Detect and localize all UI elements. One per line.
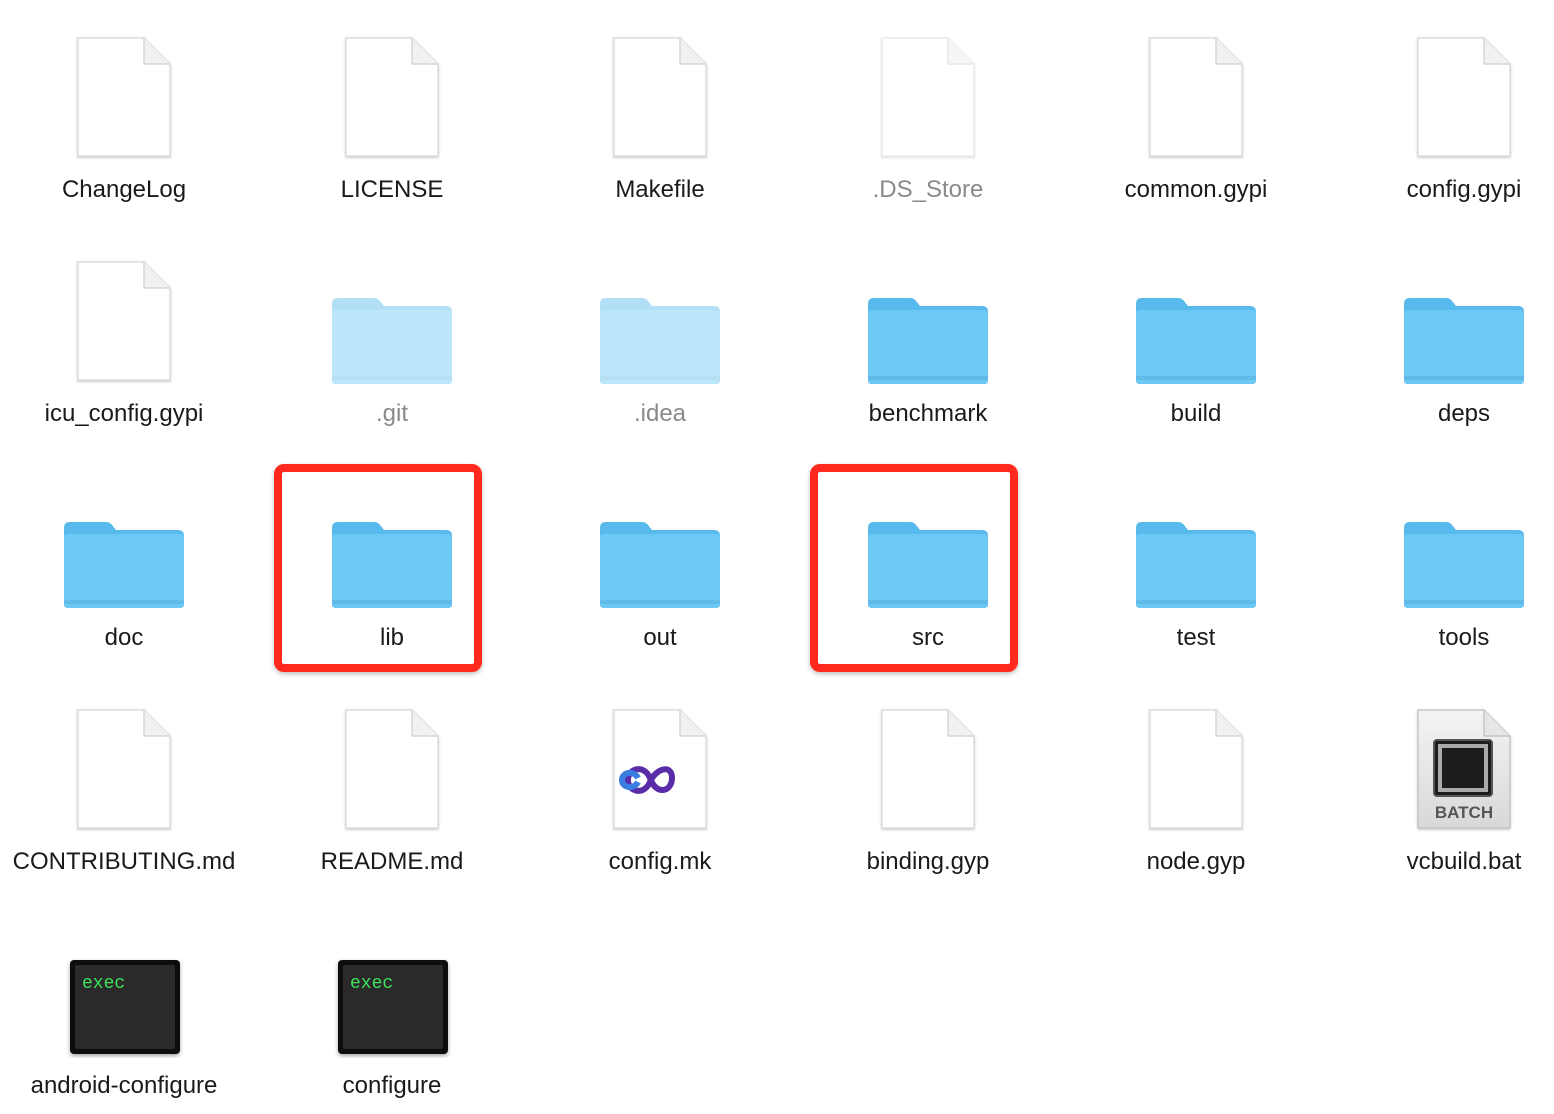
folder-item-out[interactable]: out bbox=[526, 448, 794, 672]
folder-icon bbox=[1126, 484, 1266, 610]
terminal-exec-icon: exec bbox=[322, 932, 462, 1058]
item-label: config.gypi bbox=[1406, 176, 1522, 203]
file-item-vcbuild-bat[interactable]: BATCH vcbuild.bat bbox=[1330, 672, 1554, 896]
document-icon bbox=[322, 36, 462, 162]
document-icon bbox=[54, 708, 194, 834]
item-label: out bbox=[643, 624, 677, 651]
file-item-config-gypi[interactable]: config.gypi bbox=[1330, 0, 1554, 224]
item-label: Makefile bbox=[615, 176, 705, 203]
item-label: configure bbox=[342, 1072, 442, 1099]
item-label: vcbuild.bat bbox=[1406, 848, 1522, 875]
file-item-icu-config-gypi[interactable]: icu_config.gypi bbox=[0, 224, 258, 448]
document-icon bbox=[858, 36, 998, 162]
file-item-license[interactable]: LICENSE bbox=[258, 0, 526, 224]
item-label: common.gypi bbox=[1124, 176, 1268, 203]
document-icon bbox=[1394, 36, 1534, 162]
file-item-configure[interactable]: exec configure bbox=[258, 896, 526, 1114]
item-label: LICENSE bbox=[340, 176, 444, 203]
finder-icon-grid: ChangeLog LICENSE Makefile .DS_Store com… bbox=[0, 0, 1554, 1114]
folder-icon bbox=[1126, 260, 1266, 386]
visual-studio-document-icon bbox=[590, 708, 730, 834]
item-label: .git bbox=[375, 400, 408, 427]
folder-icon bbox=[322, 260, 462, 386]
item-label: CONTRIBUTING.md bbox=[12, 848, 236, 875]
folder-item-benchmark[interactable]: benchmark bbox=[794, 224, 1062, 448]
document-icon bbox=[1126, 708, 1266, 834]
folder-item-git[interactable]: .git bbox=[258, 224, 526, 448]
folder-icon bbox=[1394, 484, 1534, 610]
folder-icon bbox=[858, 260, 998, 386]
icon-badge-text: BATCH bbox=[1435, 803, 1493, 822]
file-item-makefile[interactable]: Makefile bbox=[526, 0, 794, 224]
item-label: deps bbox=[1437, 400, 1491, 427]
item-label: doc bbox=[104, 624, 144, 651]
item-label: node.gyp bbox=[1146, 848, 1246, 875]
file-item-ds-store[interactable]: .DS_Store bbox=[794, 0, 1062, 224]
folder-item-idea[interactable]: .idea bbox=[526, 224, 794, 448]
file-item-common-gypi[interactable]: common.gypi bbox=[1062, 0, 1330, 224]
item-label: ChangeLog bbox=[61, 176, 187, 203]
icon-badge-text: exec bbox=[82, 974, 125, 994]
folder-icon bbox=[590, 484, 730, 610]
folder-item-build[interactable]: build bbox=[1062, 224, 1330, 448]
item-label: build bbox=[1170, 400, 1222, 427]
file-item-config-mk[interactable]: config.mk bbox=[526, 672, 794, 896]
folder-icon bbox=[590, 260, 730, 386]
file-item-readme-md[interactable]: README.md bbox=[258, 672, 526, 896]
document-icon bbox=[322, 708, 462, 834]
batch-file-icon: BATCH bbox=[1394, 708, 1534, 834]
document-icon bbox=[54, 36, 194, 162]
red-highlight-box-src bbox=[810, 464, 1018, 672]
file-item-changelog[interactable]: ChangeLog bbox=[0, 0, 258, 224]
item-label: test bbox=[1176, 624, 1216, 651]
item-label: android-configure bbox=[30, 1072, 218, 1099]
folder-item-test[interactable]: test bbox=[1062, 448, 1330, 672]
document-icon bbox=[54, 260, 194, 386]
item-label: binding.gyp bbox=[866, 848, 990, 875]
item-label: .DS_Store bbox=[872, 176, 984, 203]
file-item-android-configure[interactable]: exec android-configure bbox=[0, 896, 258, 1114]
item-label: tools bbox=[1438, 624, 1490, 651]
file-item-binding-gyp[interactable]: binding.gyp bbox=[794, 672, 1062, 896]
file-item-contributing-md[interactable]: CONTRIBUTING.md bbox=[0, 672, 258, 896]
terminal-exec-icon: exec bbox=[54, 932, 194, 1058]
file-item-node-gyp[interactable]: node.gyp bbox=[1062, 672, 1330, 896]
folder-item-deps[interactable]: deps bbox=[1330, 224, 1554, 448]
item-label: .idea bbox=[633, 400, 687, 427]
folder-icon bbox=[1394, 260, 1534, 386]
folder-item-doc[interactable]: doc bbox=[0, 448, 258, 672]
document-icon bbox=[858, 708, 998, 834]
red-highlight-box-lib bbox=[274, 464, 482, 672]
item-label: icu_config.gypi bbox=[44, 400, 204, 427]
folder-item-tools[interactable]: tools bbox=[1330, 448, 1554, 672]
item-label: config.mk bbox=[608, 848, 712, 875]
document-icon bbox=[590, 36, 730, 162]
item-label: benchmark bbox=[868, 400, 988, 427]
item-label: README.md bbox=[320, 848, 464, 875]
document-icon bbox=[1126, 36, 1266, 162]
folder-icon bbox=[54, 484, 194, 610]
icon-badge-text: exec bbox=[350, 974, 393, 994]
